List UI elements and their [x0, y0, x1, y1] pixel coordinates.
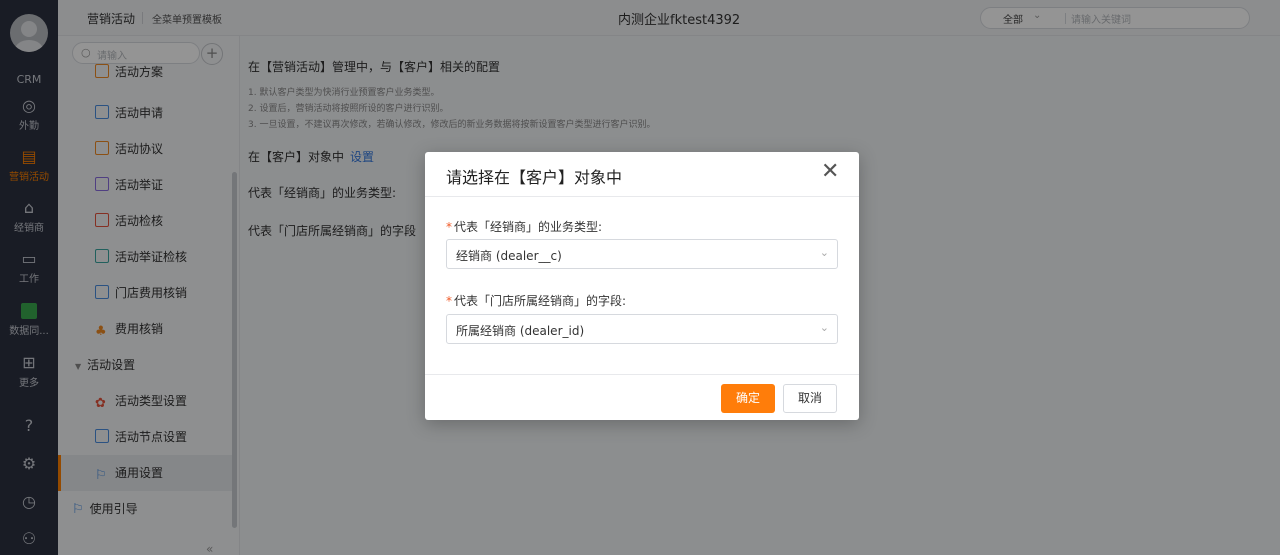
select-value: 所属经销商 (dealer_id) — [456, 324, 585, 338]
field-label-text: 代表「经销商」的业务类型: — [454, 220, 603, 234]
confirm-button[interactable]: 确定 — [721, 384, 775, 413]
dialog-title: 请选择在【客户】对象中 — [446, 168, 623, 187]
dealer-type-select[interactable]: 经销商 (dealer__c) ⌄ — [446, 239, 838, 269]
store-dealer-field-label: * 代表「门店所属经销商」的字段: — [446, 292, 626, 309]
dealer-type-field-label: * 代表「经销商」的业务类型: — [446, 218, 602, 235]
required-mark: * — [446, 294, 452, 308]
close-icon[interactable]: ✕ — [821, 160, 839, 184]
select-customer-dialog: 请选择在【客户】对象中 ✕ * 代表「经销商」的业务类型: 经销商 (dealer… — [425, 152, 859, 420]
cancel-button[interactable]: 取消 — [783, 384, 837, 413]
select-value: 经销商 (dealer__c) — [456, 249, 562, 263]
divider — [425, 374, 859, 375]
required-mark: * — [446, 220, 452, 234]
chevron-down-icon: ⌄ — [819, 321, 829, 334]
field-label-text: 代表「门店所属经销商」的字段: — [454, 294, 627, 308]
divider — [425, 196, 859, 197]
chevron-down-icon: ⌄ — [819, 246, 829, 259]
store-dealer-select[interactable]: 所属经销商 (dealer_id) ⌄ — [446, 314, 838, 344]
